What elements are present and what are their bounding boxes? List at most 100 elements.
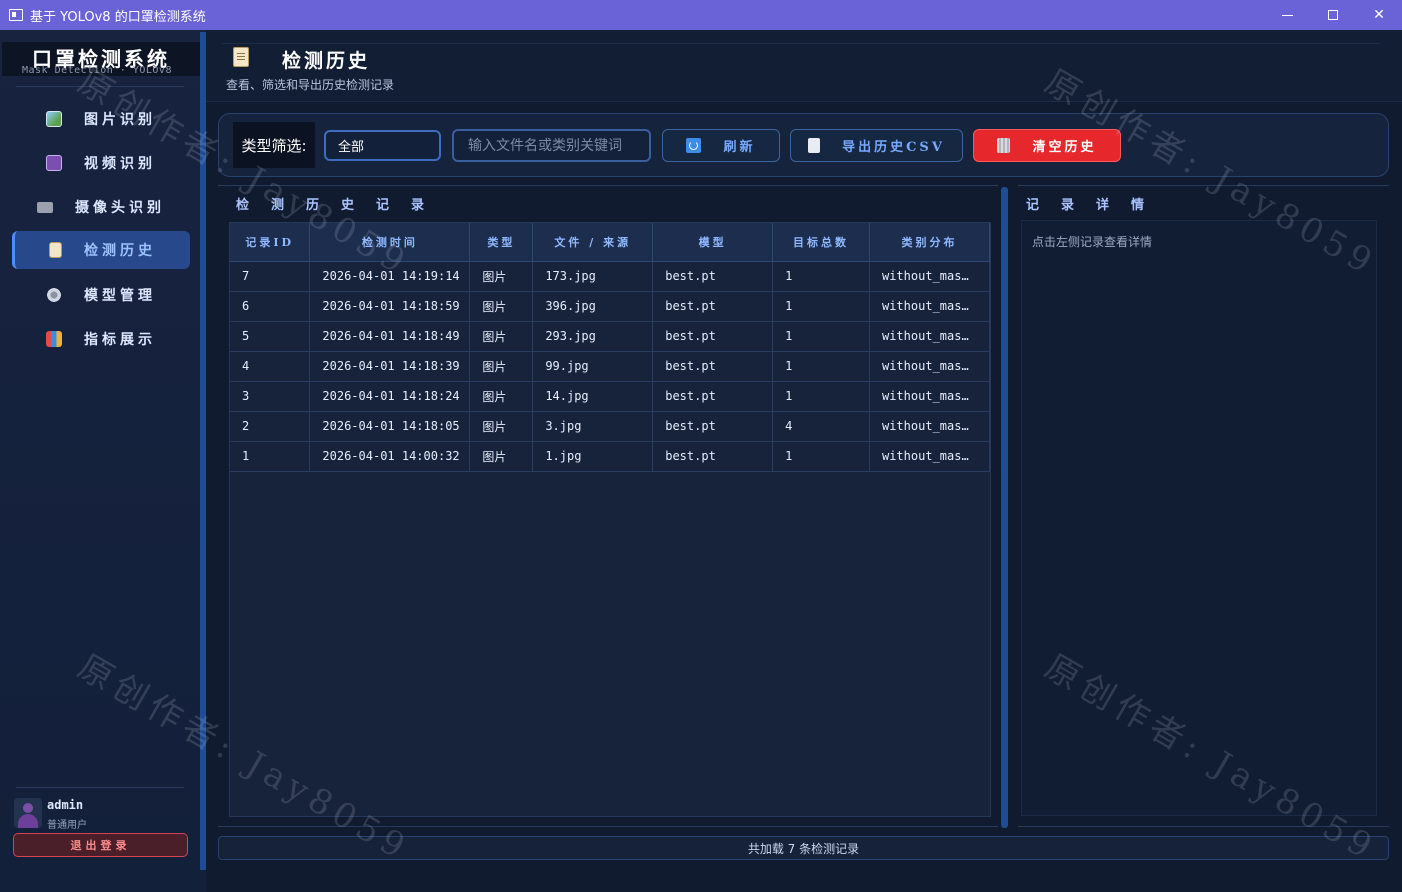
table-row[interactable]: 4 2026-04-01 14:18:39 图片 99.jpg best.pt …	[230, 351, 991, 382]
document-icon	[808, 138, 821, 153]
cell-distribution: without_mas…	[869, 411, 991, 442]
user-role: 普通用户	[47, 820, 87, 831]
cell-distribution: without_mas…	[869, 321, 991, 352]
records-section-title: 检测历史记录	[236, 198, 447, 213]
clear-history-button[interactable]: 清空历史	[973, 129, 1121, 162]
column-header[interactable]: 模型	[652, 223, 774, 262]
refresh-icon	[686, 138, 702, 153]
cell-time: 2026-04-01 14:19:14	[309, 261, 471, 292]
export-csv-button[interactable]: 导出历史CSV	[790, 129, 963, 162]
cell-file: 293.jpg	[532, 321, 654, 352]
image-icon	[46, 111, 62, 127]
cell-distribution: without_mas…	[869, 351, 991, 382]
cell-file: 1.jpg	[532, 441, 654, 472]
column-header[interactable]: 文件 / 来源	[532, 223, 654, 262]
cell-file: 14.jpg	[532, 381, 654, 412]
table-row[interactable]: 3 2026-04-01 14:18:24 图片 14.jpg best.pt …	[230, 381, 991, 412]
chart-icon	[46, 331, 62, 347]
column-header[interactable]: 目标总数	[772, 223, 870, 262]
cell-count: 1	[772, 441, 870, 472]
cell-time: 2026-04-01 14:18:49	[309, 321, 471, 352]
brand-subtitle: Mask Detection · YOLOv8	[22, 65, 172, 76]
minimize-icon	[1281, 14, 1293, 16]
nav-item-model-manage[interactable]: 模型管理	[12, 276, 190, 314]
column-header[interactable]: 类型	[469, 223, 534, 262]
nav-item-label: 检测历史	[84, 243, 156, 259]
cell-model: best.pt	[652, 351, 774, 382]
cell-count: 1	[772, 321, 870, 352]
table-row[interactable]: 5 2026-04-01 14:18:49 图片 293.jpg best.pt…	[230, 321, 991, 352]
cell-distribution: without_mas…	[869, 381, 991, 412]
divider	[16, 86, 184, 87]
cell-id: 1	[230, 441, 311, 472]
cell-file: 173.jpg	[532, 261, 654, 292]
cell-model: best.pt	[652, 411, 774, 442]
column-header[interactable]: 检测时间	[309, 223, 471, 262]
clipboard-icon	[233, 47, 249, 67]
cell-time: 2026-04-01 14:18:05	[309, 411, 471, 442]
table-row[interactable]: 1 2026-04-01 14:00:32 图片 1.jpg best.pt 1…	[230, 441, 991, 472]
minimize-button[interactable]	[1264, 0, 1310, 30]
close-button[interactable]: ✕	[1356, 0, 1402, 30]
window-controls: ✕	[1264, 0, 1402, 30]
refresh-label: 刷新	[723, 140, 756, 155]
cell-time: 2026-04-01 14:18:24	[309, 381, 471, 412]
status-bar: 共加载 7 条检测记录	[218, 836, 1389, 860]
logout-button[interactable]: 退出登录	[13, 833, 188, 857]
nav-item-metrics[interactable]: 指标展示	[12, 320, 190, 358]
cell-time: 2026-04-01 14:18:39	[309, 351, 471, 382]
column-header[interactable]: 类别分布	[869, 223, 991, 262]
main-content: 检测历史 查看、筛选和导出历史检测记录 类型筛选: 全部 刷新 导出历史CSV …	[206, 30, 1402, 892]
header-frame	[222, 43, 1380, 93]
refresh-button[interactable]: 刷新	[662, 129, 780, 162]
table-header-row: 记录ID 检测时间 类型 文件 / 来源 模型 目标总数 类别分布	[230, 223, 991, 262]
cell-type: 图片	[469, 411, 534, 442]
cell-count: 1	[772, 351, 870, 382]
nav-item-label: 视频识别	[84, 156, 156, 172]
type-filter-select[interactable]: 全部	[324, 130, 441, 161]
export-label: 导出历史CSV	[842, 140, 945, 155]
table-row[interactable]: 6 2026-04-01 14:18:59 图片 396.jpg best.pt…	[230, 291, 991, 322]
cell-count: 1	[772, 291, 870, 322]
detail-placeholder: 点击左侧记录查看详情	[1032, 235, 1153, 249]
filter-toolbar: 类型筛选: 全部 刷新 导出历史CSV 清空历史	[218, 113, 1389, 177]
nav-item-history[interactable]: 检测历史	[12, 231, 190, 269]
gear-icon	[46, 287, 62, 303]
brand: 口罩检测系统 Mask Detection · YOLOv8	[2, 42, 200, 76]
history-icon	[49, 242, 62, 258]
cell-id: 6	[230, 291, 311, 322]
cell-type: 图片	[469, 261, 534, 292]
cell-id: 3	[230, 381, 311, 412]
column-header[interactable]: 记录ID	[230, 223, 311, 262]
panel-splitter[interactable]	[1001, 187, 1008, 828]
table-row[interactable]: 2 2026-04-01 14:18:05 图片 3.jpg best.pt 4…	[230, 411, 991, 442]
cell-id: 2	[230, 411, 311, 442]
nav-item-image-detect[interactable]: 图片识别	[12, 100, 190, 138]
nav-item-label: 摄像头识别	[75, 200, 165, 216]
detail-view	[1021, 220, 1377, 816]
nav-item-camera-detect[interactable]: 摄像头识别	[12, 188, 190, 226]
cell-count: 1	[772, 261, 870, 292]
page-header: 检测历史 查看、筛选和导出历史检测记录	[206, 30, 1402, 102]
cell-distribution: without_mas…	[869, 261, 991, 292]
window-title: 基于 YOLOv8 的口罩检测系统	[30, 9, 206, 25]
nav-item-label: 模型管理	[84, 288, 156, 304]
nav-item-video-detect[interactable]: 视频识别	[12, 144, 190, 182]
video-icon	[46, 155, 62, 171]
filter-label: 类型筛选:	[233, 122, 315, 168]
cell-model: best.pt	[652, 381, 774, 412]
cell-distribution: without_mas…	[869, 291, 991, 322]
maximize-button[interactable]	[1310, 0, 1356, 30]
cell-type: 图片	[469, 441, 534, 472]
records-table[interactable]: 记录ID 检测时间 类型 文件 / 来源 模型 目标总数 类别分布 7 2026…	[229, 222, 991, 817]
cell-id: 5	[230, 321, 311, 352]
cell-time: 2026-04-01 14:00:32	[309, 441, 471, 472]
search-input[interactable]	[452, 129, 651, 162]
cell-model: best.pt	[652, 261, 774, 292]
table-row[interactable]: 7 2026-04-01 14:19:14 图片 173.jpg best.pt…	[230, 261, 991, 292]
app-icon	[9, 9, 23, 21]
cell-time: 2026-04-01 14:18:59	[309, 291, 471, 322]
cell-model: best.pt	[652, 291, 774, 322]
cell-distribution: without_mas…	[869, 441, 991, 472]
clear-label: 清空历史	[1032, 140, 1097, 155]
